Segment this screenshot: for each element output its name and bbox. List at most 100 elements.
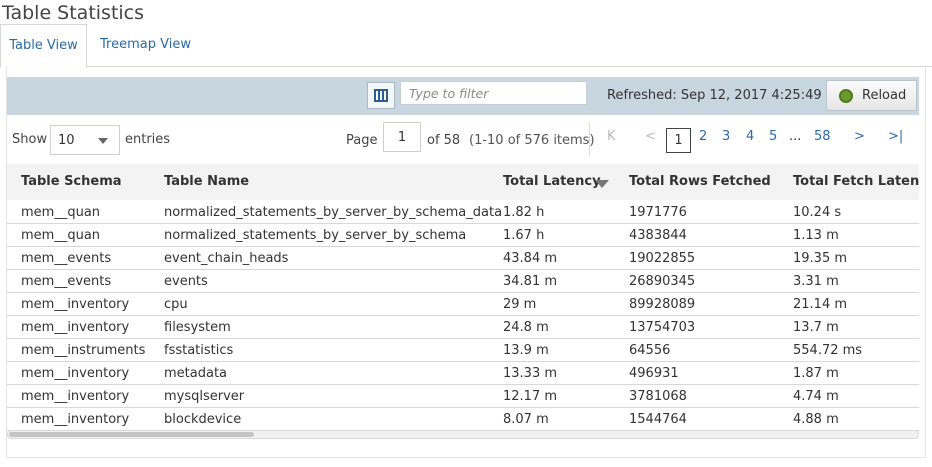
entries-value: 10 bbox=[58, 133, 75, 148]
first-page-icon[interactable]: K bbox=[607, 129, 616, 144]
columns-icon bbox=[374, 89, 388, 102]
cell-fetch-latency: 13.7 m bbox=[793, 320, 839, 335]
table-row[interactable]: mem__quan normalized_statements_by_server… bbox=[7, 224, 919, 247]
cell-rows-fetched: 13754703 bbox=[629, 320, 696, 335]
statistics-table: Table Schema Table Name Total Latency To… bbox=[7, 164, 919, 434]
page-total: of 58 bbox=[427, 133, 461, 148]
column-header-rows-fetched[interactable]: Total Rows Fetched bbox=[629, 174, 771, 189]
cell-fetch-latency: 1.87 m bbox=[793, 366, 839, 381]
next-page-icon[interactable]: > bbox=[854, 129, 865, 144]
cell-rows-fetched: 4383844 bbox=[629, 228, 687, 243]
chevron-down-icon bbox=[98, 138, 108, 144]
cell-fetch-latency: 21.14 m bbox=[793, 297, 848, 312]
cell-fetch-latency: 1.13 m bbox=[793, 228, 839, 243]
cell-table-name: blockdevice bbox=[164, 412, 242, 427]
cell-schema: mem__inventory bbox=[21, 366, 130, 381]
cell-rows-fetched: 89928089 bbox=[629, 297, 696, 312]
cell-table-name: normalized_statements_by_server_by_schem… bbox=[164, 205, 503, 220]
cell-schema: mem__quan bbox=[21, 228, 101, 243]
cell-total-latency: 24.8 m bbox=[503, 320, 549, 335]
table-row[interactable]: mem__inventory mysqlserver 12.17 m 3781068 4… bbox=[7, 385, 919, 408]
table-row[interactable]: mem__inventory blockdevice 8.07 m 1544764 4.… bbox=[7, 408, 919, 431]
reload-button[interactable]: Reload bbox=[826, 80, 917, 111]
cell-rows-fetched: 19022855 bbox=[629, 251, 696, 266]
page-button-4[interactable]: 4 bbox=[746, 129, 754, 144]
cell-total-latency: 12.17 m bbox=[503, 389, 558, 404]
page-button-2[interactable]: 2 bbox=[699, 129, 707, 144]
table-row[interactable]: mem__inventory cpu 29 m 89928089 21.14 m bbox=[7, 293, 919, 316]
cell-total-latency: 43.84 m bbox=[503, 251, 558, 266]
page-button-5[interactable]: 5 bbox=[769, 129, 777, 144]
cell-table-name: filesystem bbox=[164, 320, 231, 335]
cell-table-name: mysqlserver bbox=[164, 389, 245, 404]
cell-schema: mem__inventory bbox=[21, 389, 130, 404]
cell-total-latency: 1.82 h bbox=[503, 205, 545, 220]
show-label: Show bbox=[12, 132, 48, 147]
last-page-icon[interactable]: >| bbox=[888, 129, 903, 144]
table-row[interactable]: mem__quan normalized_statements_by_server… bbox=[7, 201, 919, 224]
cell-table-name: event_chain_heads bbox=[164, 251, 289, 266]
table-row[interactable]: mem__inventory filesystem 24.8 m 13754703 13… bbox=[7, 316, 919, 339]
table-row[interactable]: mem__instruments fsstatistics 13.9 m 64556 5… bbox=[7, 339, 919, 362]
cell-rows-fetched: 1544764 bbox=[629, 412, 687, 427]
cell-rows-fetched: 1971776 bbox=[629, 205, 687, 220]
page-title: Table Statistics bbox=[2, 2, 145, 24]
refreshed-timestamp: Refreshed: Sep 12, 2017 4:25:49 pm bbox=[607, 88, 847, 103]
cell-fetch-latency: 554.72 ms bbox=[793, 343, 863, 358]
cell-fetch-latency: 19.35 m bbox=[793, 251, 848, 266]
refresh-icon bbox=[839, 89, 853, 103]
cell-schema: mem__events bbox=[21, 251, 112, 266]
cell-schema: mem__instruments bbox=[21, 343, 146, 358]
reload-label: Reload bbox=[862, 88, 907, 103]
table-row[interactable]: mem__events events 34.81 m 26890345 3.31 m bbox=[7, 270, 919, 293]
cell-total-latency: 13.33 m bbox=[503, 366, 558, 381]
prev-page-icon[interactable]: < bbox=[645, 129, 656, 144]
cell-fetch-latency: 10.24 s bbox=[793, 205, 842, 220]
cell-schema: mem__events bbox=[21, 274, 112, 289]
cell-total-latency: 1.67 h bbox=[503, 228, 545, 243]
cell-total-latency: 34.81 m bbox=[503, 274, 558, 289]
cell-total-latency: 13.9 m bbox=[503, 343, 549, 358]
tab-table-view[interactable]: Table View bbox=[0, 24, 87, 68]
pager-divider bbox=[589, 122, 590, 156]
cell-table-name: events bbox=[164, 274, 208, 289]
sort-desc-icon[interactable] bbox=[595, 180, 609, 188]
cell-fetch-latency: 4.88 m bbox=[793, 412, 839, 427]
column-chooser-button[interactable] bbox=[367, 82, 395, 109]
table-toolbar: Refreshed: Sep 12, 2017 4:25:49 pm Reloa… bbox=[7, 77, 919, 115]
cell-rows-fetched: 3781068 bbox=[629, 389, 687, 404]
cell-total-latency: 8.07 m bbox=[503, 412, 549, 427]
scrollbar-thumb[interactable] bbox=[9, 432, 254, 437]
page-button-58[interactable]: 58 bbox=[814, 129, 831, 144]
page-number-input[interactable] bbox=[383, 122, 421, 152]
cell-fetch-latency: 3.31 m bbox=[793, 274, 839, 289]
page-label: Page bbox=[346, 133, 378, 148]
pager-ellipsis: ... bbox=[789, 129, 802, 144]
table-row[interactable]: mem__events event_chain_heads 43.84 m 19022… bbox=[7, 247, 919, 270]
cell-schema: mem__inventory bbox=[21, 412, 130, 427]
cell-rows-fetched: 496931 bbox=[629, 366, 679, 381]
cell-table-name: normalized_statements_by_server_by_schem… bbox=[164, 228, 467, 243]
column-header-total-latency[interactable]: Total Latency bbox=[503, 174, 601, 189]
column-header-fetch-latency[interactable]: Total Fetch Latency bbox=[793, 174, 919, 189]
items-range: (1-10 of 576 items) bbox=[469, 133, 595, 148]
cell-table-name: metadata bbox=[164, 366, 228, 381]
tab-bar: Table View Treemap View bbox=[0, 24, 932, 68]
table-row[interactable]: mem__inventory metadata 13.33 m 496931 1.87 … bbox=[7, 362, 919, 385]
page-button-1[interactable]: 1 bbox=[666, 128, 691, 153]
cell-rows-fetched: 64556 bbox=[629, 343, 671, 358]
cell-schema: mem__quan bbox=[21, 205, 101, 220]
tab-treemap-view[interactable]: Treemap View bbox=[100, 24, 191, 67]
cell-total-latency: 29 m bbox=[503, 297, 537, 312]
cell-fetch-latency: 4.74 m bbox=[793, 389, 839, 404]
column-header-name[interactable]: Table Name bbox=[164, 174, 249, 189]
page-button-3[interactable]: 3 bbox=[722, 129, 730, 144]
entries-label: entries bbox=[125, 132, 171, 147]
filter-input[interactable] bbox=[400, 81, 587, 105]
column-header-schema[interactable]: Table Schema bbox=[21, 174, 122, 189]
cell-table-name: cpu bbox=[164, 297, 188, 312]
entries-select[interactable]: 10 bbox=[50, 125, 120, 155]
cell-schema: mem__inventory bbox=[21, 320, 130, 335]
horizontal-scrollbar[interactable] bbox=[7, 430, 919, 439]
cell-rows-fetched: 26890345 bbox=[629, 274, 696, 289]
